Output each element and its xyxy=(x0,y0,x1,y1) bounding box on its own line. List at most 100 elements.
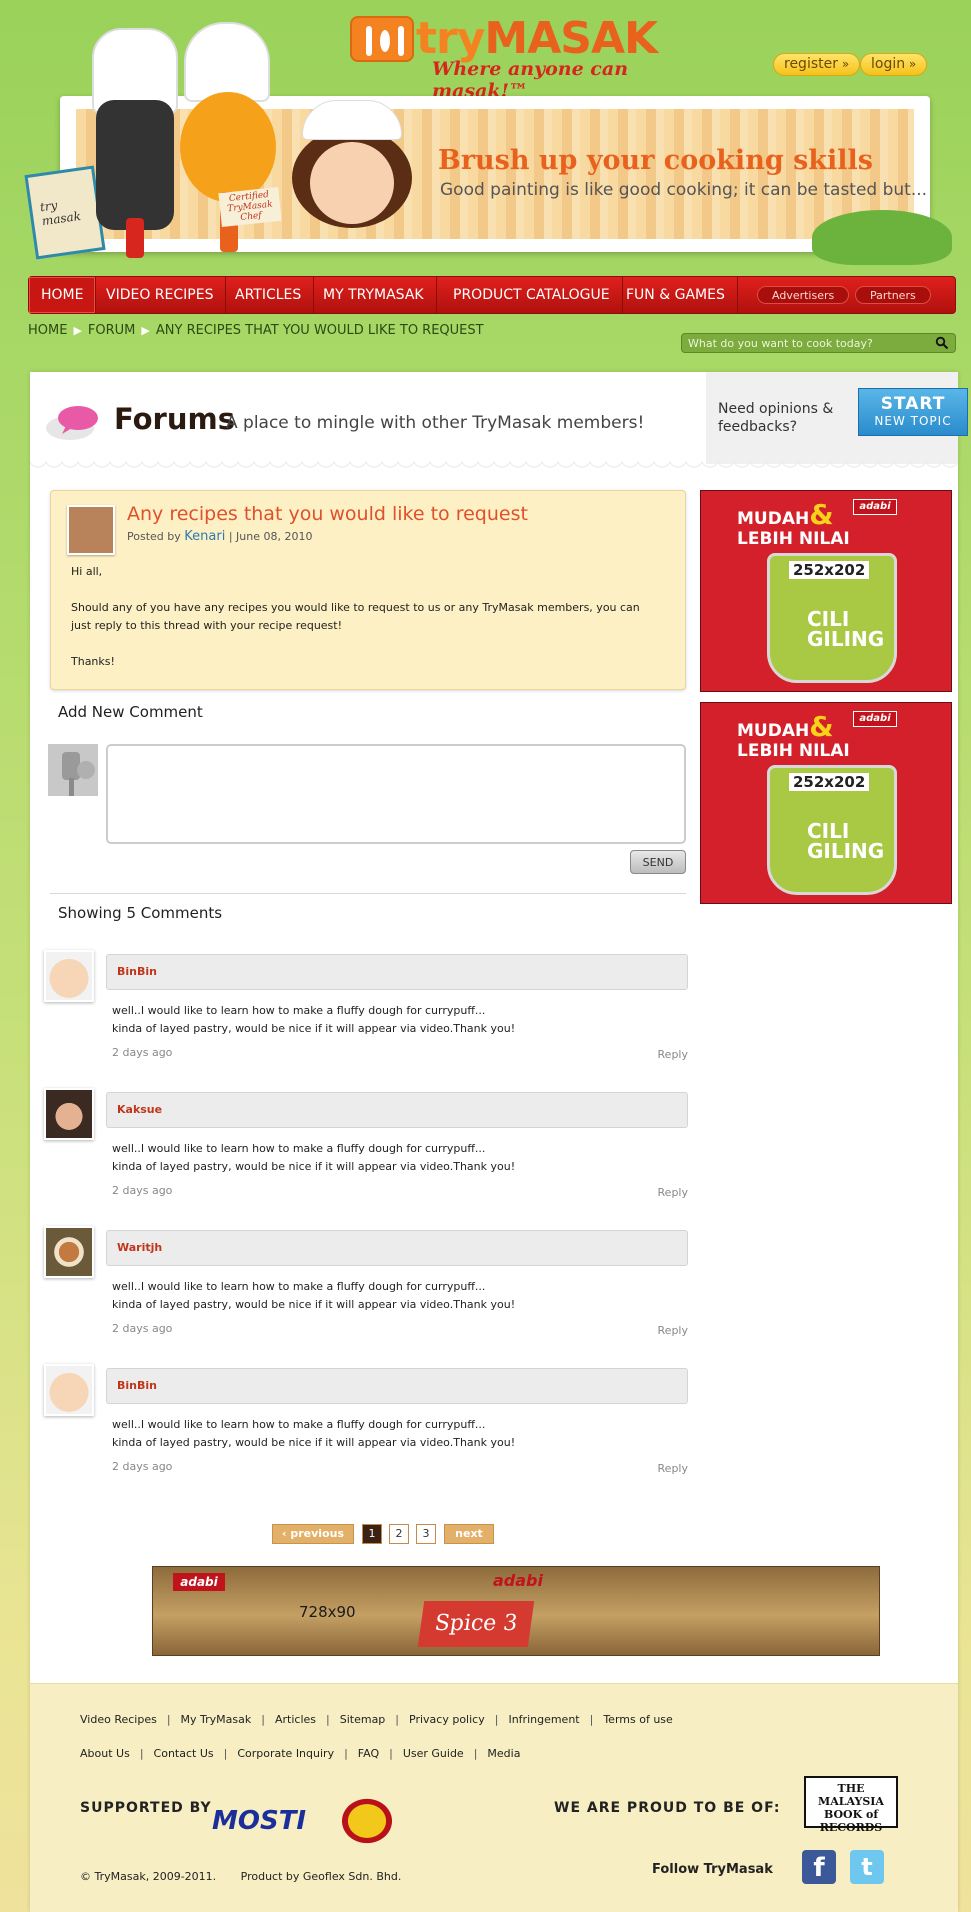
mosti-logo[interactable]: MOSTI xyxy=(212,1806,306,1836)
reply-link[interactable]: Reply xyxy=(658,1186,688,1199)
reply-link[interactable]: Reply xyxy=(658,1048,688,1061)
start-new-topic-button[interactable]: START NEW TOPIC xyxy=(858,388,968,436)
footer-link-my-trymasak[interactable]: My TryMasak xyxy=(181,1713,252,1726)
pagination-next[interactable]: next › xyxy=(444,1524,494,1558)
post-author-link[interactable]: Kenari xyxy=(184,529,225,544)
pagination-page-3[interactable]: 3 xyxy=(416,1524,436,1544)
leaderboard-ad[interactable]: adabi adabi 728x90 Spice 3 xyxy=(152,1566,880,1656)
ad-product-name: CILI GILING xyxy=(807,819,885,863)
comment-item: BinBin well..I would like to learn how t… xyxy=(44,1364,690,1494)
send-button[interactable]: SEND xyxy=(630,850,686,874)
malaysia-crest-icon xyxy=(332,1790,402,1852)
nav-product-catalogue[interactable]: PRODUCT CATALOGUE xyxy=(441,277,623,313)
chevron-right-icon: ▶ xyxy=(141,324,150,337)
chevron-right-icon: ▶ xyxy=(73,324,82,337)
site-logo[interactable]: tryMASAK Where anyone can masak!™ xyxy=(350,14,658,102)
footer-link-infringement[interactable]: Infringement xyxy=(508,1713,579,1726)
footer-link-terms[interactable]: Terms of use xyxy=(603,1713,672,1726)
supported-by-label: SUPPORTED BY xyxy=(80,1800,212,1816)
comment-time: 2 days ago xyxy=(112,1460,173,1473)
comment-item: Kaksue well..I would like to learn how t… xyxy=(44,1088,690,1218)
spatula-chef-illustration xyxy=(92,28,180,258)
follow-label: Follow TryMasak xyxy=(652,1862,773,1877)
reply-link[interactable]: Reply xyxy=(658,1462,688,1475)
ad-headline: MUDAH& LEBIH NILAI xyxy=(737,498,850,550)
malaysia-book-of-records-logo[interactable]: THE MALAYSIA BOOK of RECORDS xyxy=(804,1776,898,1834)
nav-my-trymasak[interactable]: MY TRYMASAK xyxy=(311,277,437,313)
footer-link-user-guide[interactable]: User Guide xyxy=(403,1747,464,1760)
copyright: © TryMasak, 2009-2011. Product by Geofle… xyxy=(80,1870,402,1883)
ad-promo-title: Spice 3 xyxy=(417,1601,535,1647)
main-nav: HOME VIDEO RECIPES ARTICLES MY TRYMASAK … xyxy=(28,276,956,314)
comment-item: BinBin well..I would like to learn how t… xyxy=(44,950,690,1080)
comment-author[interactable]: Waritjh xyxy=(117,1241,162,1254)
pagination-previous[interactable]: ‹ previous xyxy=(272,1524,354,1544)
comment-time: 2 days ago xyxy=(112,1046,173,1059)
nav-fun-games[interactable]: FUN & GAMES xyxy=(614,277,738,313)
post-signoff: Thanks! xyxy=(71,655,115,668)
avatar[interactable] xyxy=(44,1226,94,1278)
nav-partners[interactable]: Partners xyxy=(855,286,931,304)
divider xyxy=(50,893,686,894)
footer-link-articles[interactable]: Articles xyxy=(275,1713,316,1726)
footer-link-about[interactable]: About Us xyxy=(80,1747,130,1760)
avatar[interactable] xyxy=(44,1088,94,1140)
post-title: Any recipes that you would like to reque… xyxy=(127,503,528,525)
banner-subtitle: Good painting is like good cooking; it c… xyxy=(440,180,928,200)
register-button[interactable]: register xyxy=(773,53,861,76)
avatar[interactable] xyxy=(67,505,115,555)
nav-video-recipes[interactable]: VIDEO RECIPES xyxy=(94,277,227,313)
comment-header: Kaksue xyxy=(106,1092,688,1128)
pagination-page-1[interactable]: 1 xyxy=(362,1524,382,1544)
search-bar xyxy=(681,333,956,353)
footer-links-row1: Video Recipes | My TryMasak | Articles | Sitem… xyxy=(80,1713,673,1726)
facebook-icon[interactable]: f xyxy=(802,1850,836,1884)
page-title: Forums xyxy=(114,402,235,436)
start-topic-box: Need opinions & feedbacks? START NEW TOPI… xyxy=(706,372,968,464)
ad-brand: adabi xyxy=(853,711,897,727)
search-input[interactable] xyxy=(688,335,928,352)
footer-link-video-recipes[interactable]: Video Recipes xyxy=(80,1713,157,1726)
footer-link-privacy[interactable]: Privacy policy xyxy=(409,1713,485,1726)
comment-time: 2 days ago xyxy=(112,1322,173,1335)
footer-link-sitemap[interactable]: Sitemap xyxy=(340,1713,386,1726)
comment-author[interactable]: Kaksue xyxy=(117,1103,162,1116)
proud-label: WE ARE PROUD TO BE OF: xyxy=(554,1800,781,1816)
nav-articles[interactable]: ARTICLES xyxy=(223,277,315,313)
reply-link[interactable]: Reply xyxy=(658,1324,688,1337)
footer-link-faq[interactable]: FAQ xyxy=(358,1747,379,1760)
comment-textarea[interactable] xyxy=(106,744,686,844)
breadcrumb-home[interactable]: HOME xyxy=(28,323,67,338)
comment-author[interactable]: BinBin xyxy=(117,965,157,978)
nav-home[interactable]: HOME xyxy=(29,277,97,313)
nav-advertisers[interactable]: Advertisers xyxy=(757,286,850,304)
chevron-right-icon: › xyxy=(466,1545,472,1558)
certified-badge: Certified TryMasak Chef xyxy=(218,186,282,228)
comment-header: Waritjh xyxy=(106,1230,688,1266)
food-bowl-illustration xyxy=(812,210,952,265)
twitter-icon[interactable]: t xyxy=(850,1850,884,1884)
breadcrumb-forum[interactable]: FORUM xyxy=(88,323,135,338)
comment-header: BinBin xyxy=(106,954,688,990)
footer-links-row2: About Us | Contact Us | Corporate Inquiry | FA… xyxy=(80,1747,521,1760)
ad-brand: adabi xyxy=(173,1573,225,1591)
footer-link-contact[interactable]: Contact Us xyxy=(154,1747,214,1760)
comment-author[interactable]: BinBin xyxy=(117,1379,157,1392)
pagination-page-2[interactable]: 2 xyxy=(389,1524,409,1544)
original-post: Any recipes that you would like to reque… xyxy=(50,490,686,690)
search-icon[interactable] xyxy=(935,336,949,350)
side-ad-2[interactable]: MUDAH& LEBIH NILAI adabi 252x202 CILI GILI… xyxy=(700,702,952,904)
side-ad-1[interactable]: MUDAH& LEBIH NILAI adabi 252x202 CILI GILI… xyxy=(700,490,952,692)
post-meta: Posted by Kenari | June 08, 2010 xyxy=(127,529,313,544)
comment-text: well..I would like to learn how to make … xyxy=(112,1142,516,1173)
footer-link-media[interactable]: Media xyxy=(487,1747,520,1760)
pan-chef-illustration: Certified TryMasak Chef xyxy=(180,22,282,252)
post-date: | June 08, 2010 xyxy=(228,530,313,543)
avatar[interactable] xyxy=(44,950,94,1002)
comment-text: well..I would like to learn how to make … xyxy=(112,1004,516,1035)
avatar[interactable] xyxy=(44,1364,94,1416)
login-button[interactable]: login xyxy=(860,53,928,76)
comment-item: Waritjh well..I would like to learn how … xyxy=(44,1226,690,1356)
comment-text: well..I would like to learn how to make … xyxy=(112,1418,516,1449)
footer-link-corporate[interactable]: Corporate Inquiry xyxy=(237,1747,334,1760)
